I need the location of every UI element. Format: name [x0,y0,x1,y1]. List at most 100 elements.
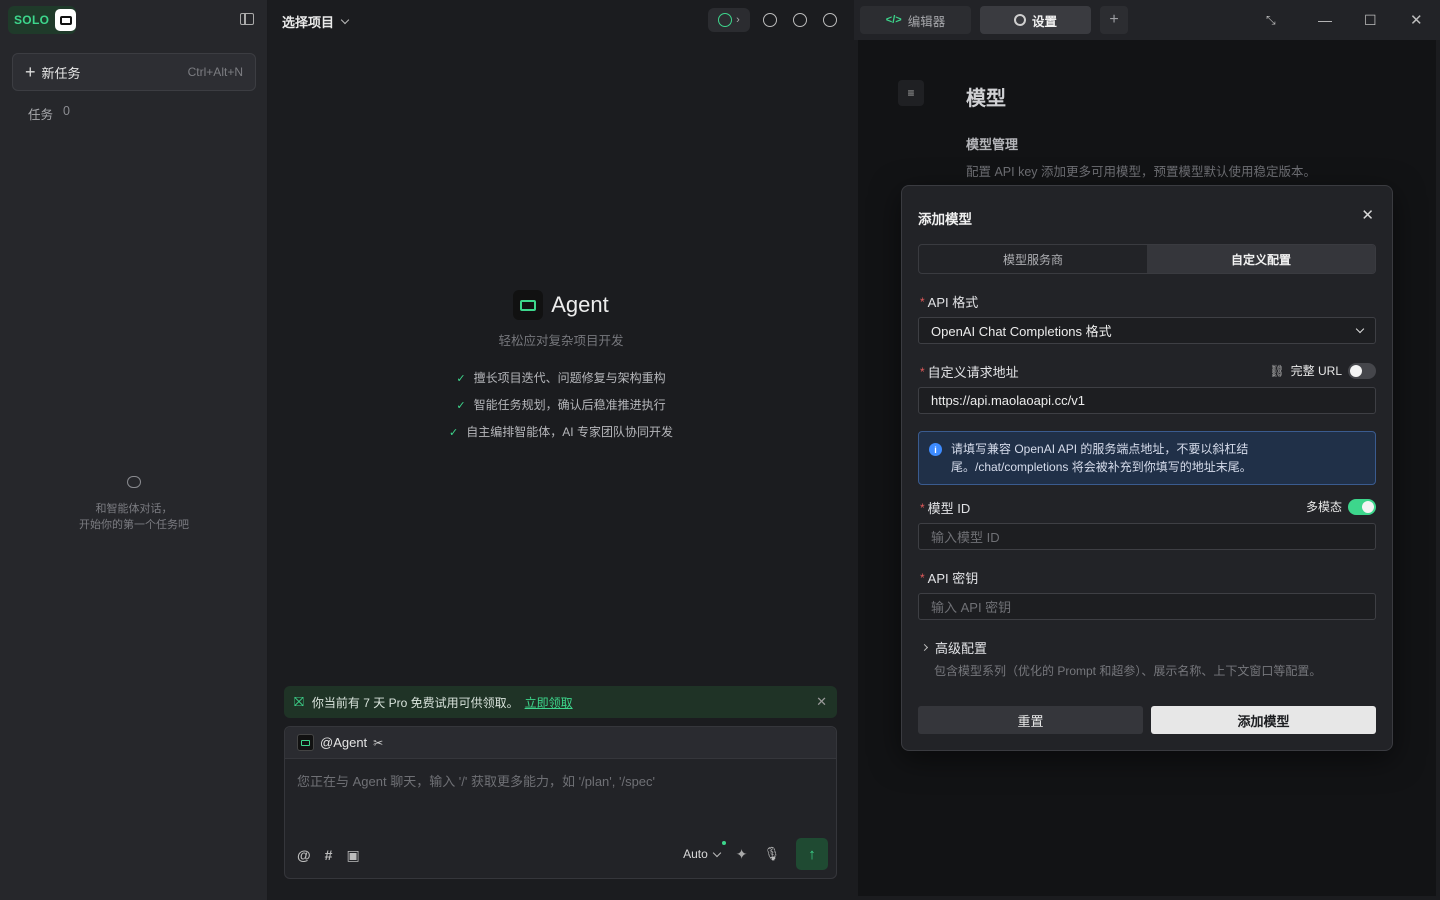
custom-url-input[interactable]: https://api.maolaoapi.cc/v1 [918,387,1376,414]
model-id-input[interactable]: 输入模型 ID [918,523,1376,550]
tab-custom-config[interactable]: 自定义配置 [1147,245,1375,273]
maximize-icon[interactable]: ☐ [1364,0,1377,40]
new-task-label: 新任务 [41,65,81,81]
feature-item: ✓ 擅长项目迭代、问题修复与架构重构 [456,371,666,385]
chevron-down-icon [1355,324,1365,334]
check-icon: ✓ [456,400,466,412]
required-mark: * [920,294,925,309]
check-icon: ✓ [456,373,466,385]
account-button[interactable] [820,10,840,30]
settings-section-title: 模型管理 [966,137,1019,152]
multimodal-option: 多模态 [1306,498,1376,515]
advanced-label: 高级配置 [935,641,988,656]
composer-agent-bar: @Agent ✂ [285,727,836,759]
tools-icon[interactable]: ✂ [373,736,383,750]
claim-trial-link[interactable]: 立即领取 [525,694,573,711]
api-format-select[interactable]: OpenAI Chat Completions 格式 [918,317,1376,344]
pro-trial-banner: ⛝ 你当前有 7 天 Pro 免费试用可供领取。 立即领取 ✕ [284,686,837,718]
tasks-count: 0 [63,104,70,118]
minimize-icon[interactable]: — [1318,0,1332,40]
plus-icon: + [25,62,36,82]
agent-mention[interactable]: @Agent [320,735,367,750]
plus-icon: + [1109,11,1119,28]
full-url-toggle[interactable] [1348,362,1376,379]
sidebar: SOLO + 新任务 Ctrl+Alt+N 任务 0 和智能体对话， 开始你的第… [0,0,268,900]
sidebar-toggle-icon[interactable] [240,13,254,25]
multimodal-label: 多模态 [1305,500,1342,514]
user-icon [823,13,837,27]
required-mark: * [920,364,925,379]
close-icon[interactable]: ✕ [816,694,827,710]
full-url-label: 完整 URL [1290,364,1342,378]
new-task-button[interactable]: + 新任务 Ctrl+Alt+N [12,53,256,91]
image-icon[interactable]: ▣ [346,847,359,864]
api-key-label: * API 密钥 [920,570,979,587]
api-format-value: OpenAI Chat Completions 格式 [931,324,1112,339]
project-selector[interactable]: 选择项目 [282,12,350,31]
tab-editor-label: 编辑器 [907,14,946,29]
new-chat-button[interactable] [760,10,780,30]
status-button[interactable]: › [708,8,750,32]
microphone-icon[interactable]: 🎙 [763,846,780,862]
menu-icon[interactable]: ≡ [898,80,924,106]
feature-item: ✓ 智能任务规划，确认后稳准推进执行 [456,398,666,412]
full-url-option: ⛓ 完整 URL [1269,362,1376,379]
send-button[interactable]: ↑ [796,838,828,870]
config-mode-tabs: 模型服务商 自定义配置 [918,244,1376,274]
chat-input[interactable]: 您正在与 Agent 聊天，输入 '/' 获取更多能力，如 '/plan', '… [285,759,836,802]
tasks-label: 任务 [28,108,54,122]
info-icon: i [929,443,942,456]
agent-logo-icon [513,290,544,320]
hero-title: Agent [551,292,609,317]
tab-editor[interactable]: </> 编辑器 [860,6,971,34]
settings-description: 配置 API key 添加更多可用模型，预置模型默认使用稳定版本。 [966,165,1317,179]
custom-url-label: * 自定义请求地址 [920,364,1019,381]
check-icon: ✓ [449,427,459,439]
arrow-up-icon: ↑ [808,845,816,863]
api-key-input[interactable]: 输入 API 密钥 [918,593,1376,620]
chevron-right-icon [920,643,929,652]
collapse-icon[interactable]: ⤡ [1266,0,1276,40]
mention-icon[interactable]: @ [297,847,311,864]
chevron-down-icon [340,15,350,25]
custom-url-value: https://api.maolaoapi.cc/v1 [931,393,1085,408]
gear-icon [793,13,807,27]
multimodal-toggle[interactable] [1348,498,1376,515]
sparkle-icon[interactable]: ✦ [736,846,748,863]
empty-hint-line2: 开始你的第一个任务吧 [79,519,189,531]
settings-button[interactable] [790,10,810,30]
mode-selector[interactable]: Auto [683,841,726,861]
panel-tabbar: </> 编辑器 设置 + ⤡ — ☐ ✕ [854,0,1440,40]
tasks-header[interactable]: 任务 0 [28,104,70,123]
tab-model-provider[interactable]: 模型服务商 [919,245,1147,273]
required-mark: * [920,570,925,585]
add-model-button[interactable]: 添加模型 [1151,706,1376,734]
code-icon: </> [885,14,902,26]
project-selector-label: 选择项目 [282,15,335,30]
chevron-right-icon: › [736,14,740,26]
logo-text: SOLO [14,13,50,27]
chat-bubble-icon [127,476,141,488]
add-tab-button[interactable]: + [1100,6,1128,34]
download-icon [718,13,733,27]
reset-button[interactable]: 重置 [918,706,1143,734]
logo-icon [55,9,76,31]
hashtag-icon[interactable]: # [325,847,333,864]
close-icon[interactable]: ✕ [1361,206,1374,224]
window-close-icon[interactable]: ✕ [1410,0,1423,40]
gear-icon [1013,14,1026,26]
composer-tools: @ # ▣ [297,847,360,864]
chat-plus-icon [763,13,777,27]
hero-subtitle: 轻松应对复杂项目开发 [498,334,624,348]
settings-title: 模型 [966,88,1006,110]
tab-settings[interactable]: 设置 [980,6,1091,34]
empty-tasks-hint: 和智能体对话， 开始你的第一个任务吧 [0,476,268,533]
info-line2: 尾。/chat/completions 将会被补充到你填写的地址末尾。 [951,460,1252,474]
advanced-config-toggle[interactable]: 高级配置 [920,638,988,657]
url-info-notice: i 请填写兼容 OpenAI API 的服务端点地址，不要以斜杠结 尾。/cha… [918,431,1376,485]
solo-logo[interactable]: SOLO [8,6,76,34]
tab-settings-label: 设置 [1031,14,1057,29]
center-toolbar: › [708,8,840,32]
advanced-description: 包含模型系列（优化的 Prompt 和超参）、展示名称、上下文窗口等配置。 [934,664,1322,678]
chat-composer: @Agent ✂ 您正在与 Agent 聊天，输入 '/' 获取更多能力，如 '… [284,726,837,879]
